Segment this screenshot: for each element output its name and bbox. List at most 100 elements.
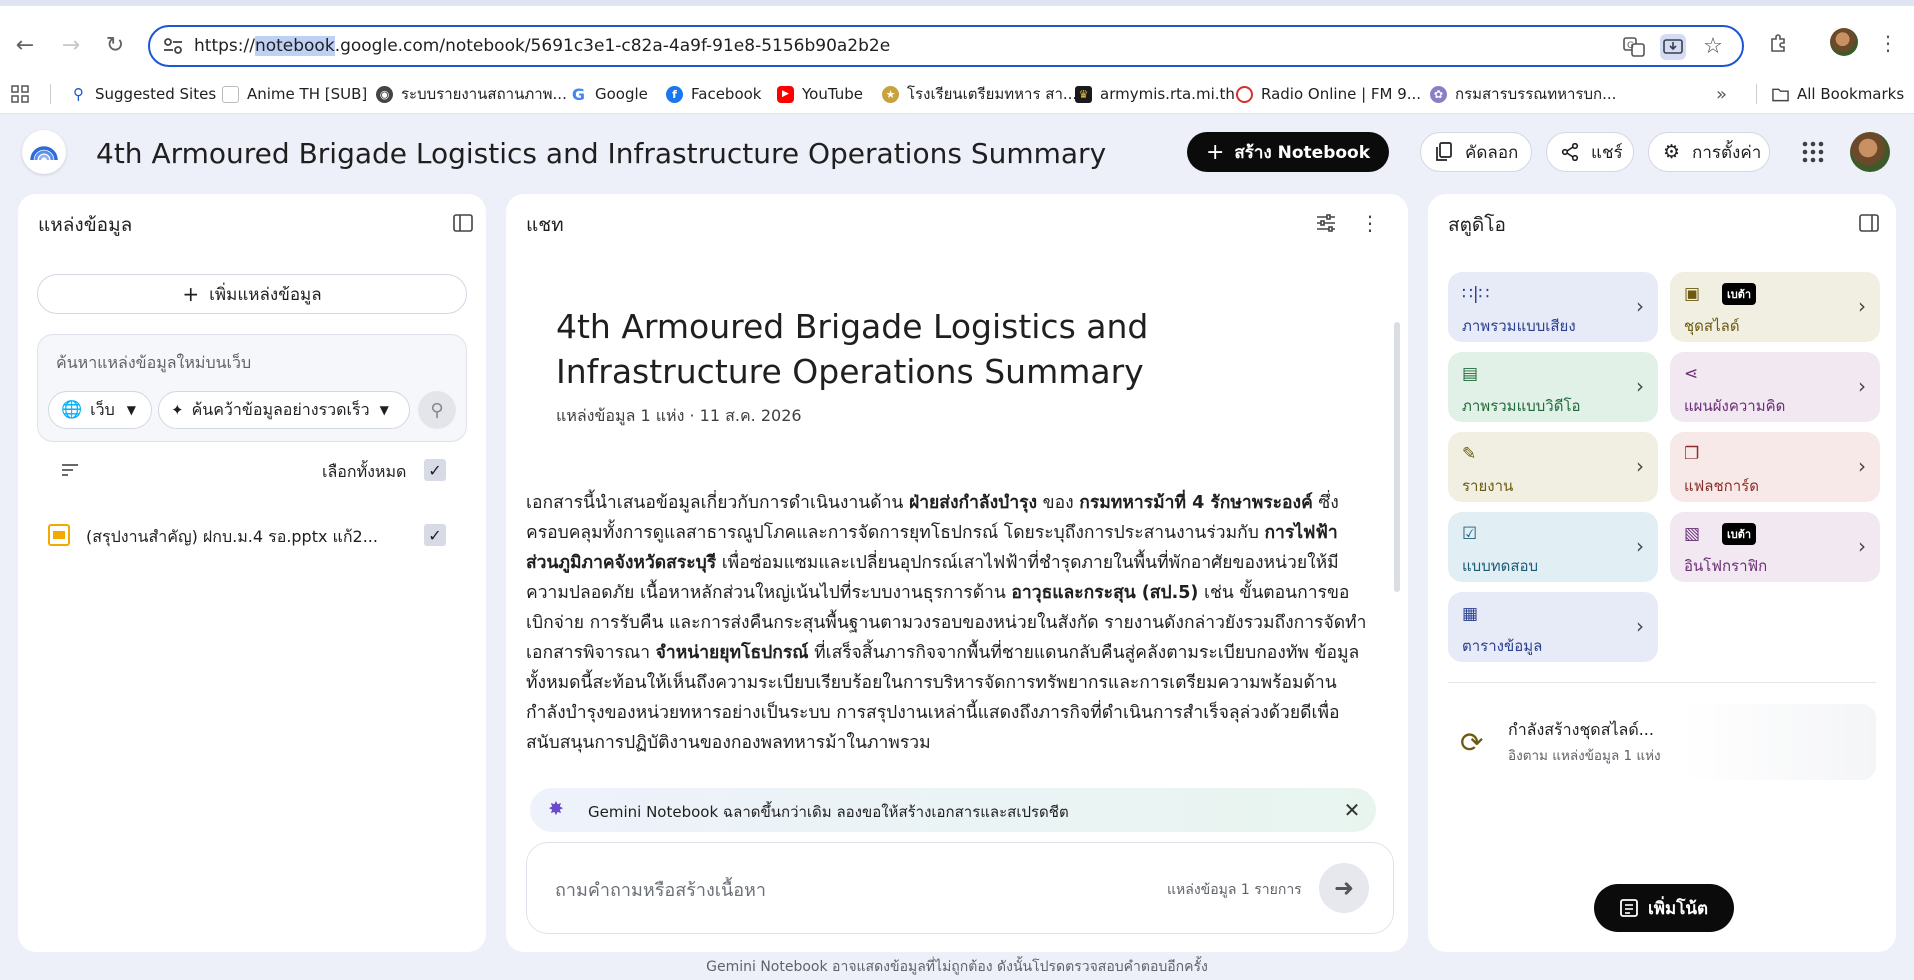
radio-icon	[1236, 85, 1253, 103]
summary-bold-text: จำหน่ายยุทโธปกรณ์	[655, 643, 809, 663]
bookmark-facebook[interactable]: f Facebook	[666, 82, 761, 106]
install-app-icon[interactable]	[1660, 34, 1686, 60]
source-item-checkbox[interactable]: ✓	[424, 524, 446, 546]
share-button[interactable]: แชร์	[1546, 132, 1634, 172]
google-icon: G	[571, 84, 586, 104]
sparkle-search-icon: ✦	[171, 401, 184, 419]
forward-icon[interactable]: →	[54, 28, 88, 62]
notebook-logo-icon[interactable]	[22, 130, 66, 174]
source-count: แหล่งข้อมูล 1 รายการ	[1167, 882, 1302, 898]
search-input[interactable]: ค้นหาแหล่งข้อมูลใหม่บนเว็บ	[56, 351, 251, 376]
chevron-right-icon: ›	[1636, 534, 1644, 558]
studio-card-data-table[interactable]: ▦ ตารางข้อมูล ›	[1448, 592, 1658, 662]
add-note-button[interactable]: เพิ่มโน้ต	[1594, 884, 1734, 932]
chat-more-icon[interactable]: ⋮	[1360, 210, 1380, 236]
mind-map-icon: ⋖	[1684, 364, 1699, 384]
flashcards-icon: ❐	[1684, 444, 1700, 464]
studio-card-label: รายงาน	[1462, 477, 1514, 495]
chevron-right-icon: ›	[1858, 534, 1866, 558]
studio-card-mind-map[interactable]: ⋖ แผนผังความคิด ›	[1670, 352, 1880, 422]
studio-card-label: แบบทดสอบ	[1462, 557, 1539, 575]
chevron-right-icon: ›	[1636, 454, 1644, 478]
copy-button[interactable]: คัดลอก	[1420, 132, 1532, 172]
school-emblem-icon: ★	[882, 85, 899, 103]
create-notebook-button[interactable]: + สร้าง Notebook	[1187, 132, 1389, 172]
chevron-right-icon: ›	[1858, 454, 1866, 478]
bookmark-suggested-sites[interactable]: ⚲ Suggested Sites	[70, 82, 216, 106]
chat-input[interactable]: ถามคำถามหรือสร้างเนื้อหา	[555, 875, 766, 904]
summary-bold-text: อาวุธและกระสุน (สป.5)	[1011, 583, 1199, 603]
send-arrow-icon[interactable]: ➜	[1319, 863, 1369, 913]
generating-subtitle: อิงตาม แหล่งข้อมูล 1 แห่ง	[1508, 748, 1661, 764]
bookmark-google[interactable]: G Google	[570, 82, 648, 106]
studio-card-label: แฟลชการ์ด	[1684, 477, 1759, 495]
studio-title: สตูดิโอ	[1448, 214, 1506, 236]
sync-icon: ⟳	[1460, 726, 1484, 759]
studio-card-report[interactable]: ✎ รายงาน ›	[1448, 432, 1658, 502]
beta-badge: เบต้า	[1722, 523, 1757, 545]
search-submit-icon[interactable]: ⚲	[418, 391, 456, 429]
generation-status: ⟳ กำลังสร้างชุดสไลด์... อิงตาม แหล่งข้อม…	[1448, 704, 1876, 780]
chat-tune-icon[interactable]	[1314, 212, 1338, 234]
all-bookmarks-button[interactable]: All Bookmarks	[1772, 82, 1904, 106]
web-filter-dropdown[interactable]: 🌐 เว็บ ▼	[48, 391, 152, 429]
bookmark-anime-th[interactable]: Anime TH [SUB]	[222, 82, 367, 106]
quiz-icon: ☑	[1462, 524, 1478, 544]
web-search-box: ค้นหาแหล่งข้อมูลใหม่บนเว็บ 🌐 เว็บ ▼ ✦ ค้…	[37, 334, 467, 442]
add-source-button[interactable]: + เพิ่มแหล่งข้อมูล	[37, 274, 467, 314]
reload-icon[interactable]: ↻	[98, 28, 132, 62]
plus-icon: +	[182, 282, 200, 306]
bookmark-army-records[interactable]: ✿ กรมสารบรรณทหารบก...	[1430, 82, 1616, 106]
collapse-panel-icon[interactable]	[452, 212, 474, 234]
address-bar[interactable]: https://notebook.google.com/notebook/569…	[148, 25, 1744, 67]
studio-card-label: ภาพรวมแบบเสียง	[1462, 317, 1576, 335]
folder-icon	[1772, 86, 1789, 103]
account-avatar[interactable]	[1850, 132, 1890, 172]
summary-bold-text: ฝ่ายส่งกำลังบำรุง	[908, 493, 1038, 513]
collapse-panel-icon[interactable]	[1858, 212, 1880, 234]
bookmark-armymis[interactable]: ♛ armymis.rta.mi.th	[1075, 82, 1235, 106]
data-table-icon: ▦	[1462, 604, 1479, 624]
army-emblem-icon: ♛	[1075, 85, 1092, 103]
research-mode-dropdown[interactable]: ✦ ค้นคว้าข้อมูลอย่างรวดเร็ว ▼	[158, 391, 410, 429]
translate-icon[interactable]: G	[1622, 35, 1646, 59]
back-icon[interactable]: ←	[8, 28, 42, 62]
studio-card-video[interactable]: ▤ ภาพรวมแบบวิดีโอ ›	[1448, 352, 1658, 422]
url-text[interactable]: https://notebook.google.com/notebook/569…	[194, 36, 890, 56]
chat-scrollbar[interactable]	[1394, 322, 1400, 592]
source-item-label: (สรุปงานสำคัญ) ฝกบ.ม.4 รอ.pptx แก้2...	[86, 527, 378, 546]
bookmark-youtube[interactable]: ▶ YouTube	[777, 82, 863, 106]
source-item[interactable]: (สรุปงานสำคัญ) ฝกบ.ม.4 รอ.pptx แก้2... ✓	[48, 520, 468, 552]
notebook-title[interactable]: 4th Armoured Brigade Logistics and Infra…	[96, 137, 1106, 170]
studio-card-slides[interactable]: ▣ เบต้า ชุดสไลด์ ›	[1670, 272, 1880, 342]
bookmark-status-report[interactable]: ◉ ระบบรายงานสถานภาพ...	[376, 82, 567, 106]
bookmark-star-icon[interactable]: ☆	[1700, 33, 1726, 59]
profile-avatar[interactable]	[1830, 28, 1858, 56]
bookmarks-divider	[50, 84, 51, 104]
bookmarks-overflow[interactable]: »	[1716, 82, 1727, 106]
chevron-down-icon: ▼	[379, 403, 389, 417]
summary-text-run: ของ	[1037, 493, 1080, 513]
close-icon[interactable]: ✕	[1340, 798, 1364, 822]
browser-menu-icon[interactable]: ⋮	[1878, 28, 1898, 58]
studio-card-audio-waveform[interactable]: ∷|∷ ภาพรวมแบบเสียง ›	[1448, 272, 1658, 342]
google-apps-icon[interactable]	[1800, 139, 1826, 165]
site-info-icon[interactable]	[162, 36, 184, 56]
select-all-checkbox[interactable]: ✓	[424, 459, 446, 481]
svg-text:G: G	[1627, 41, 1634, 51]
studio-card-quiz[interactable]: ☑ แบบทดสอบ ›	[1448, 512, 1658, 582]
chat-input-box[interactable]: ถามคำถามหรือสร้างเนื้อหา แหล่งข้อมูล 1 ร…	[526, 842, 1394, 934]
filter-sort-icon[interactable]	[60, 460, 80, 480]
studio-card-infographic[interactable]: ▧ เบต้า อินโฟกราฟิก ›	[1670, 512, 1880, 582]
beta-badge: เบต้า	[1722, 283, 1757, 305]
extensions-icon[interactable]	[1764, 28, 1794, 58]
bookmark-prep-school[interactable]: ★ โรงเรียนเตรียมทหาร สา...	[882, 82, 1077, 106]
bookmark-radio-online[interactable]: Radio Online | FM 9...	[1236, 82, 1421, 106]
settings-button[interactable]: ⚙ การตั้งค่า	[1648, 132, 1770, 172]
apps-grid-icon[interactable]	[10, 84, 30, 104]
chevron-right-icon: ›	[1636, 614, 1644, 638]
summary-bold-text: กรมทหารม้าที่ 4 รักษาพระองค์	[1079, 493, 1313, 513]
document-title: 4th Armoured Brigade Logistics and Infra…	[556, 307, 1149, 391]
video-icon: ▤	[1462, 364, 1479, 384]
studio-card-flashcards[interactable]: ❐ แฟลชการ์ด ›	[1670, 432, 1880, 502]
